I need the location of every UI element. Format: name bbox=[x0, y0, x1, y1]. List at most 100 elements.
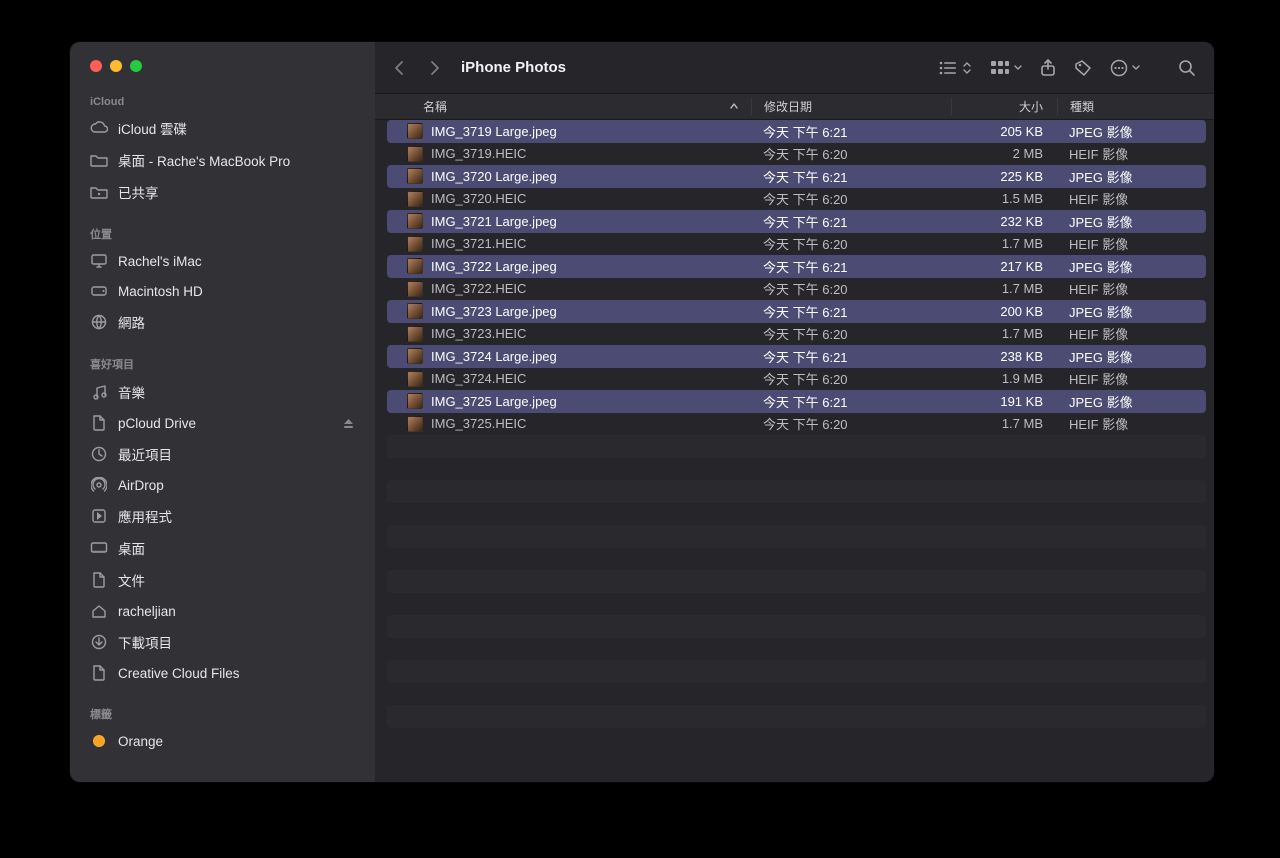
window-title: iPhone Photos bbox=[461, 59, 930, 76]
file-row[interactable]: IMG_3719.HEIC今天 下午 6:202 MBHEIF 影像 bbox=[387, 143, 1206, 166]
back-button[interactable] bbox=[385, 54, 413, 82]
file-row[interactable]: IMG_3722.HEIC今天 下午 6:201.7 MBHEIF 影像 bbox=[387, 278, 1206, 301]
forward-button[interactable] bbox=[421, 54, 449, 82]
empty-row bbox=[387, 525, 1206, 548]
view-mode-button[interactable] bbox=[938, 54, 972, 82]
file-row[interactable]: IMG_3721 Large.jpeg今天 下午 6:21232 KBJPEG … bbox=[387, 210, 1206, 233]
sidebar-item-label: racheljian bbox=[118, 604, 355, 619]
share-button[interactable] bbox=[1040, 54, 1056, 82]
sidebar-item[interactable]: 桌面 bbox=[70, 532, 375, 564]
imac-icon bbox=[90, 252, 108, 270]
file-list[interactable]: IMG_3719 Large.jpeg今天 下午 6:21205 KBJPEG … bbox=[375, 120, 1214, 782]
sidebar-item[interactable]: racheljian bbox=[70, 596, 375, 626]
column-name[interactable]: 名稱 bbox=[375, 98, 751, 115]
file-kind: JPEG 影像 bbox=[1057, 122, 1206, 141]
sidebar-item[interactable]: Orange bbox=[70, 726, 375, 756]
file-row[interactable]: IMG_3725 Large.jpeg今天 下午 6:21191 KBJPEG … bbox=[387, 390, 1206, 413]
file-name: IMG_3725.HEIC bbox=[431, 416, 526, 431]
group-by-button[interactable] bbox=[990, 54, 1022, 82]
sidebar-item-label: Orange bbox=[118, 734, 355, 749]
file-size: 1.9 MB bbox=[951, 371, 1057, 386]
sidebar-item-label: iCloud 雲碟 bbox=[118, 118, 355, 138]
sidebar-item[interactable]: 下載項目 bbox=[70, 626, 375, 658]
shared-icon bbox=[90, 183, 108, 201]
sidebar-item[interactable]: Creative Cloud Files bbox=[70, 658, 375, 688]
sidebar-item[interactable]: AirDrop bbox=[70, 470, 375, 500]
file-date: 今天 下午 6:21 bbox=[751, 347, 951, 366]
column-date[interactable]: 修改日期 bbox=[751, 98, 951, 115]
empty-row bbox=[387, 615, 1206, 638]
sidebar-item[interactable]: 音樂 bbox=[70, 376, 375, 408]
search-button[interactable] bbox=[1178, 54, 1196, 82]
sidebar-item-label: AirDrop bbox=[118, 478, 355, 493]
file-name: IMG_3723 Large.jpeg bbox=[431, 304, 557, 319]
file-row[interactable]: IMG_3720 Large.jpeg今天 下午 6:21225 KBJPEG … bbox=[387, 165, 1206, 188]
search-icon bbox=[1178, 59, 1196, 77]
sidebar-item[interactable]: 桌面 - Rache's MacBook Pro bbox=[70, 144, 375, 176]
tags-button[interactable] bbox=[1074, 54, 1092, 82]
file-thumbnail-icon bbox=[407, 123, 423, 139]
file-row[interactable]: IMG_3723.HEIC今天 下午 6:201.7 MBHEIF 影像 bbox=[387, 323, 1206, 346]
file-thumbnail-icon bbox=[407, 236, 423, 252]
file-size: 232 KB bbox=[951, 214, 1057, 229]
column-date-label: 修改日期 bbox=[764, 100, 812, 114]
file-thumbnail-icon bbox=[407, 326, 423, 342]
minimize-button[interactable] bbox=[110, 60, 122, 72]
sidebar-item[interactable]: 網路 bbox=[70, 306, 375, 338]
file-date: 今天 下午 6:21 bbox=[751, 302, 951, 321]
sort-ascending-icon bbox=[729, 100, 739, 114]
sidebar-item[interactable]: 最近項目 bbox=[70, 438, 375, 470]
sidebar-item[interactable]: 文件 bbox=[70, 564, 375, 596]
action-menu-button[interactable] bbox=[1110, 54, 1140, 82]
toolbar: iPhone Photos bbox=[375, 42, 1214, 94]
chevron-down-icon bbox=[1132, 62, 1140, 74]
cloud-icon bbox=[90, 119, 108, 137]
file-date: 今天 下午 6:21 bbox=[751, 122, 951, 141]
file-row[interactable]: IMG_3720.HEIC今天 下午 6:201.5 MBHEIF 影像 bbox=[387, 188, 1206, 211]
close-button[interactable] bbox=[90, 60, 102, 72]
file-row[interactable]: IMG_3725.HEIC今天 下午 6:201.7 MBHEIF 影像 bbox=[387, 413, 1206, 436]
file-row[interactable]: IMG_3721.HEIC今天 下午 6:201.7 MBHEIF 影像 bbox=[387, 233, 1206, 256]
file-name: IMG_3720.HEIC bbox=[431, 191, 526, 206]
sidebar-item[interactable]: iCloud 雲碟 bbox=[70, 112, 375, 144]
file-row[interactable]: IMG_3724.HEIC今天 下午 6:201.9 MBHEIF 影像 bbox=[387, 368, 1206, 391]
file-row[interactable]: IMG_3724 Large.jpeg今天 下午 6:21238 KBJPEG … bbox=[387, 345, 1206, 368]
file-size: 1.7 MB bbox=[951, 416, 1057, 431]
file-kind: JPEG 影像 bbox=[1057, 167, 1206, 186]
sidebar-item[interactable]: 已共享 bbox=[70, 176, 375, 208]
sidebar-item[interactable]: Macintosh HD bbox=[70, 276, 375, 306]
empty-row bbox=[387, 480, 1206, 503]
sidebar-item[interactable]: 應用程式 bbox=[70, 500, 375, 532]
file-row[interactable]: IMG_3719 Large.jpeg今天 下午 6:21205 KBJPEG … bbox=[387, 120, 1206, 143]
file-name: IMG_3719 Large.jpeg bbox=[431, 124, 557, 139]
file-date: 今天 下午 6:20 bbox=[751, 189, 951, 208]
file-thumbnail-icon bbox=[407, 303, 423, 319]
home-icon bbox=[90, 602, 108, 620]
sidebar: iCloudiCloud 雲碟桌面 - Rache's MacBook Pro已… bbox=[70, 42, 375, 782]
zoom-button[interactable] bbox=[130, 60, 142, 72]
sidebar-item-label: 應用程式 bbox=[118, 506, 355, 526]
file-size: 1.7 MB bbox=[951, 236, 1057, 251]
empty-row bbox=[387, 503, 1206, 526]
column-kind-label: 種類 bbox=[1070, 100, 1094, 114]
empty-row bbox=[387, 705, 1206, 728]
file-kind: HEIF 影像 bbox=[1057, 189, 1206, 208]
file-thumbnail-icon bbox=[407, 146, 423, 162]
share-icon bbox=[1040, 59, 1056, 77]
sidebar-item[interactable]: Rachel's iMac bbox=[70, 246, 375, 276]
file-row[interactable]: IMG_3723 Large.jpeg今天 下午 6:21200 KBJPEG … bbox=[387, 300, 1206, 323]
file-kind: JPEG 影像 bbox=[1057, 302, 1206, 321]
column-headers: 名稱 修改日期 大小 種類 bbox=[375, 94, 1214, 120]
file-date: 今天 下午 6:21 bbox=[751, 392, 951, 411]
file-row[interactable]: IMG_3722 Large.jpeg今天 下午 6:21217 KBJPEG … bbox=[387, 255, 1206, 278]
column-kind[interactable]: 種類 bbox=[1057, 98, 1214, 115]
column-size[interactable]: 大小 bbox=[951, 98, 1057, 115]
eject-icon[interactable] bbox=[341, 416, 355, 430]
empty-row bbox=[387, 458, 1206, 481]
tag-icon bbox=[90, 732, 108, 750]
file-name: IMG_3723.HEIC bbox=[431, 326, 526, 341]
doc-icon bbox=[90, 664, 108, 682]
empty-row bbox=[387, 660, 1206, 683]
ellipsis-circle-icon bbox=[1110, 59, 1128, 77]
sidebar-item[interactable]: pCloud Drive bbox=[70, 408, 375, 438]
